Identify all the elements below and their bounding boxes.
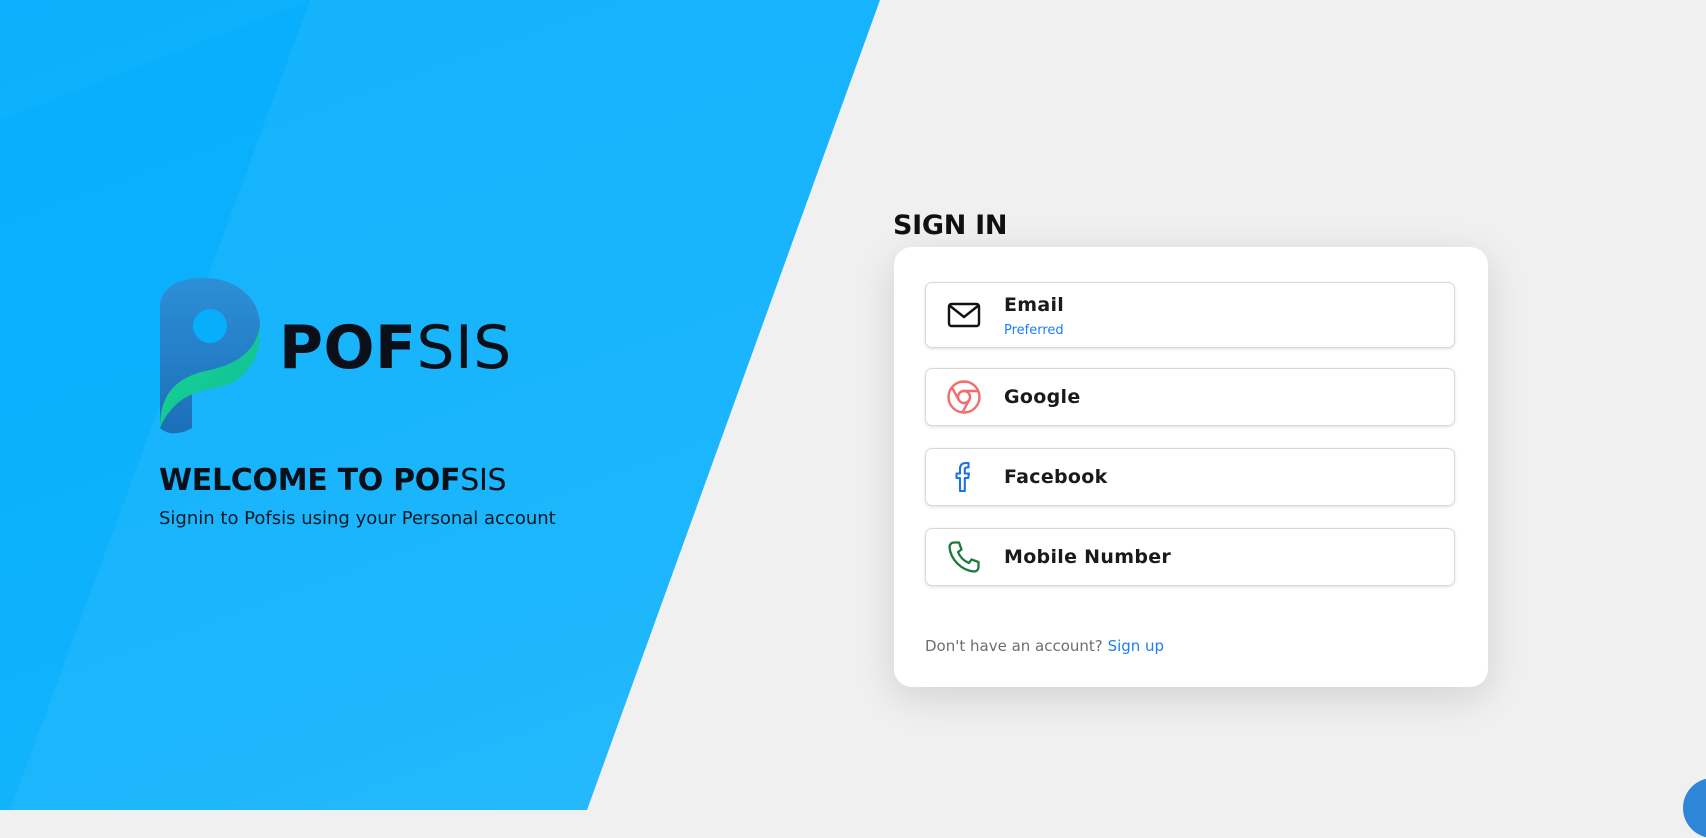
brand-light: SIS: [416, 313, 512, 383]
brand-wordmark: POFSIS: [279, 318, 512, 378]
facebook-icon: [946, 459, 982, 495]
signin-title: SIGN IN: [893, 210, 1008, 241]
facebook-signin-button[interactable]: Facebook: [925, 448, 1455, 506]
google-signin-button[interactable]: Google: [925, 368, 1455, 426]
mail-icon: [946, 297, 982, 333]
chrome-icon: [946, 379, 982, 415]
email-signin-button[interactable]: Email Preferred: [925, 282, 1455, 348]
mobile-number-signin-button[interactable]: Mobile Number: [925, 528, 1455, 586]
welcome-subtitle: Signin to Pofsis using your Personal acc…: [159, 508, 556, 529]
welcome-heading: WELCOME TO POFSIS: [159, 463, 507, 498]
email-label: Email: [1004, 294, 1065, 316]
facebook-label: Facebook: [1004, 466, 1108, 488]
signup-prompt: Don't have an account? Sign up: [925, 637, 1164, 655]
google-label: Google: [1004, 386, 1081, 408]
pofsis-logo-icon: [158, 278, 262, 436]
brand-bold: POF: [279, 313, 417, 383]
email-preferred-badge: Preferred: [1004, 323, 1064, 338]
signup-prompt-text: Don't have an account?: [925, 637, 1103, 655]
welcome-bold: WELCOME TO POF: [159, 463, 461, 498]
welcome-light: SIS: [460, 463, 507, 498]
chat-widget-button[interactable]: [1683, 778, 1706, 838]
phone-icon: [946, 539, 982, 575]
signin-card: Email Preferred Google Facebook Mobile N…: [894, 247, 1488, 687]
signup-link[interactable]: Sign up: [1108, 637, 1165, 655]
mobile-number-label: Mobile Number: [1004, 546, 1172, 568]
